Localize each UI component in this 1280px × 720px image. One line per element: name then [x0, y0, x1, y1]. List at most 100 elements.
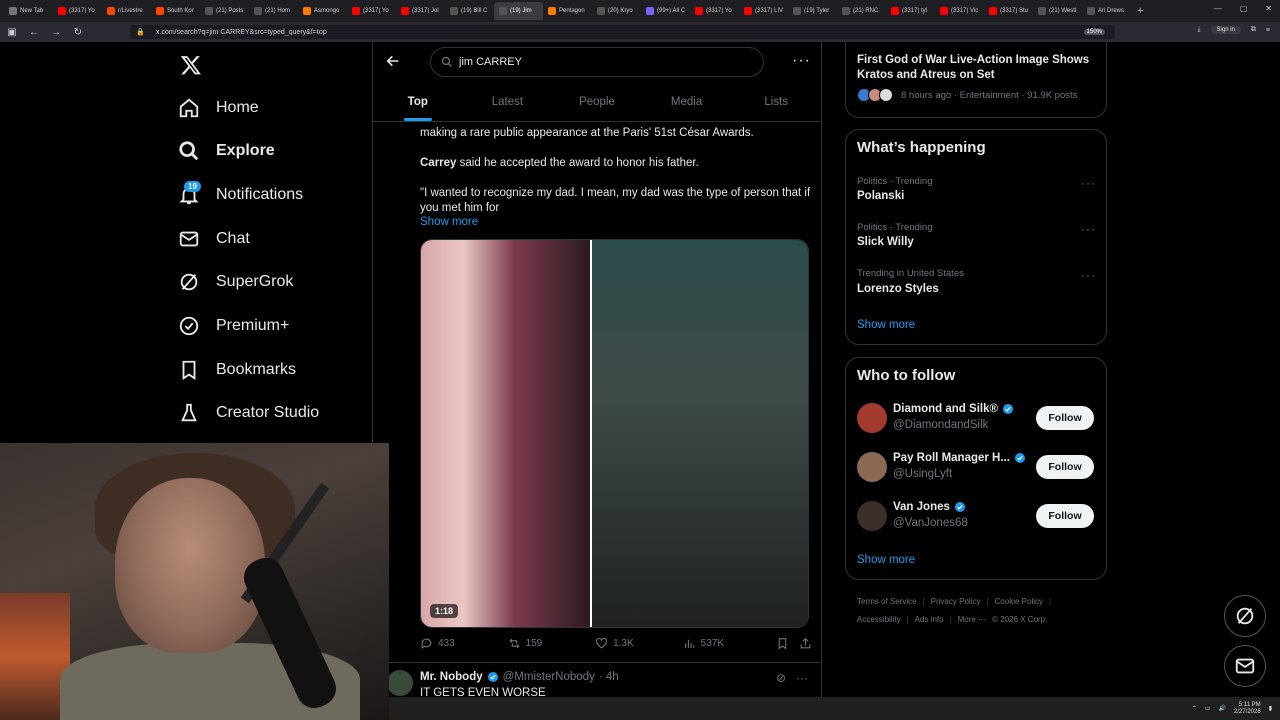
top-trend-title[interactable]: First God of War Live-Action Image Shows… — [857, 53, 1097, 83]
more-options-icon[interactable]: ··· — [796, 671, 808, 685]
browser-tab[interactable]: South Kor — [151, 2, 200, 20]
volume-icon[interactable]: 🔊 — [1219, 705, 1226, 712]
sidebar-item-chat[interactable]: Chat — [178, 228, 250, 250]
footer-link[interactable]: Ads info — [915, 615, 944, 624]
account-name[interactable]: Van Jones — [893, 501, 966, 513]
sidebar-item-home[interactable]: Home — [178, 97, 259, 119]
sidebar-item-premium[interactable]: Premium+ — [178, 315, 289, 337]
post-video[interactable] — [420, 239, 809, 628]
bookmark-icon — [182, 360, 196, 380]
download-icon[interactable]: ⤓ — [1197, 26, 1200, 34]
tab-lists[interactable]: Lists — [731, 84, 821, 121]
browser-tab[interactable]: (19) Jim — [494, 2, 543, 20]
bookmark-icon[interactable] — [776, 637, 789, 650]
avatar[interactable] — [857, 452, 887, 482]
notification-center-icon[interactable]: ▮ — [1269, 705, 1272, 712]
tray-chevron-icon[interactable]: ⌃ — [1192, 705, 1197, 712]
browser-tab[interactable]: (21) Hom — [249, 2, 298, 20]
footer-link[interactable]: Cookie Policy — [995, 597, 1043, 606]
more-options-icon[interactable]: ··· — [1081, 268, 1096, 282]
sidebar-item-creator-studio[interactable]: Creator Studio — [178, 402, 319, 424]
network-icon[interactable]: ▭ — [1205, 705, 1211, 712]
repost-button[interactable]: 159 — [508, 637, 596, 650]
author-name[interactable]: Mr. Nobody — [420, 671, 483, 683]
browser-tab[interactable]: r/Livestre — [102, 2, 151, 20]
author-handle[interactable]: @MmisterNobody — [503, 671, 595, 683]
system-clock[interactable]: 5:11 PM 2/27/2026 — [1234, 702, 1261, 716]
tab-favicon-icon — [254, 7, 262, 15]
avatar[interactable] — [387, 670, 413, 696]
browser-tab[interactable]: (3317) tyl — [886, 2, 935, 20]
extensions-icon[interactable]: ⧉ — [1251, 26, 1256, 34]
tab-people[interactable]: People — [552, 84, 642, 121]
sidebar-item-supergrok[interactable]: SuperGrok — [178, 271, 293, 293]
browser-tab[interactable]: (20) Kryo — [592, 2, 641, 20]
messages-fab-button[interactable] — [1224, 645, 1266, 687]
show-more-link[interactable]: Show more — [857, 319, 915, 331]
new-tab-icon[interactable]: + — [1137, 5, 1143, 17]
trend-name[interactable]: Slick Willy — [857, 236, 914, 248]
tab-latest[interactable]: Latest — [463, 84, 553, 121]
close-window-icon[interactable]: ✕ — [1265, 4, 1272, 13]
trend-name[interactable]: Polanski — [857, 190, 904, 202]
browser-tab[interactable]: (21) RNC — [837, 2, 886, 20]
footer-link[interactable]: More ··· — [958, 615, 986, 624]
browser-tab[interactable]: (99+) All C — [641, 2, 690, 20]
sidebar-toggle-icon[interactable]: ▣ — [6, 27, 18, 38]
browser-tab[interactable]: (19) Tyler — [788, 2, 837, 20]
minimize-icon[interactable]: — — [1214, 4, 1222, 13]
x-logo-icon[interactable] — [180, 54, 202, 76]
zoom-badge[interactable]: 150% — [1083, 29, 1105, 35]
footer-link[interactable]: Privacy Policy — [931, 597, 981, 606]
more-options-icon[interactable]: ··· — [1081, 176, 1096, 190]
reload-icon[interactable]: ↻ — [72, 27, 84, 38]
more-options-icon[interactable]: ··· — [792, 53, 811, 69]
browser-tab[interactable]: New Tab — [4, 2, 53, 20]
grok-fab-button[interactable] — [1224, 595, 1266, 637]
browser-tab[interactable]: (3317) Yo — [53, 2, 102, 20]
search-input[interactable] — [459, 56, 749, 68]
browser-tab[interactable]: (21) Westl — [1033, 2, 1082, 20]
avatar[interactable] — [857, 403, 887, 433]
reply-button[interactable]: 433 — [420, 637, 508, 650]
browser-tab[interactable]: (3317) Stu — [984, 2, 1033, 20]
follow-button[interactable]: Follow — [1036, 406, 1094, 430]
sidebar-item-bookmarks[interactable]: Bookmarks — [178, 359, 296, 381]
footer-link[interactable]: Accessibility — [857, 615, 901, 624]
follow-button[interactable]: Follow — [1036, 504, 1094, 528]
menu-icon[interactable]: ≡ — [1266, 27, 1270, 34]
browser-tab[interactable]: Asmongo — [298, 2, 347, 20]
browser-tab[interactable]: (19) Bill C — [445, 2, 494, 20]
show-more-link[interactable]: Show more — [420, 216, 478, 228]
account-name[interactable]: Pay Roll Manager H... — [893, 452, 1026, 464]
back-arrow-icon[interactable] — [385, 53, 401, 69]
browser-tab[interactable]: (3317) Yo — [690, 2, 739, 20]
browser-tab[interactable]: (3317) LIV — [739, 2, 788, 20]
like-button[interactable]: 1.3K — [595, 637, 683, 650]
avatar[interactable] — [857, 501, 887, 531]
follow-button[interactable]: Follow — [1036, 455, 1094, 479]
sidebar-item-explore[interactable]: Explore — [178, 140, 275, 162]
browser-tab[interactable]: Ari Drews — [1082, 2, 1131, 20]
browser-tab[interactable]: Pentagon — [543, 2, 592, 20]
views-button[interactable]: 537K — [683, 637, 777, 650]
browser-tab[interactable]: (3317) Yo — [347, 2, 396, 20]
search-box[interactable] — [430, 47, 764, 77]
address-bar[interactable]: 🔒 x.com/search?q=jim CARREY&src=typed_qu… — [130, 25, 1115, 39]
browser-tab[interactable]: (3317) Jol — [396, 2, 445, 20]
footer-link[interactable]: Terms of Service — [857, 597, 917, 606]
maximize-icon[interactable]: ▢ — [1240, 4, 1248, 13]
browser-tab[interactable]: (21) Posts — [200, 2, 249, 20]
share-icon[interactable] — [799, 637, 812, 650]
tab-top[interactable]: Top — [373, 84, 463, 121]
grok-icon[interactable]: ⊘ — [776, 671, 786, 685]
browser-tab[interactable]: (3317) Vic — [935, 2, 984, 20]
trend-name[interactable]: Lorenzo Styles — [857, 283, 939, 295]
account-name[interactable]: Diamond and Silk® — [893, 403, 1014, 415]
forward-icon[interactable]: → — [50, 27, 62, 38]
sign-in-button[interactable]: Sign in — [1210, 26, 1241, 34]
tab-media[interactable]: Media — [642, 84, 732, 121]
more-options-icon[interactable]: ··· — [1081, 222, 1096, 236]
back-icon[interactable]: ← — [28, 27, 40, 38]
show-more-link[interactable]: Show more — [857, 554, 915, 566]
